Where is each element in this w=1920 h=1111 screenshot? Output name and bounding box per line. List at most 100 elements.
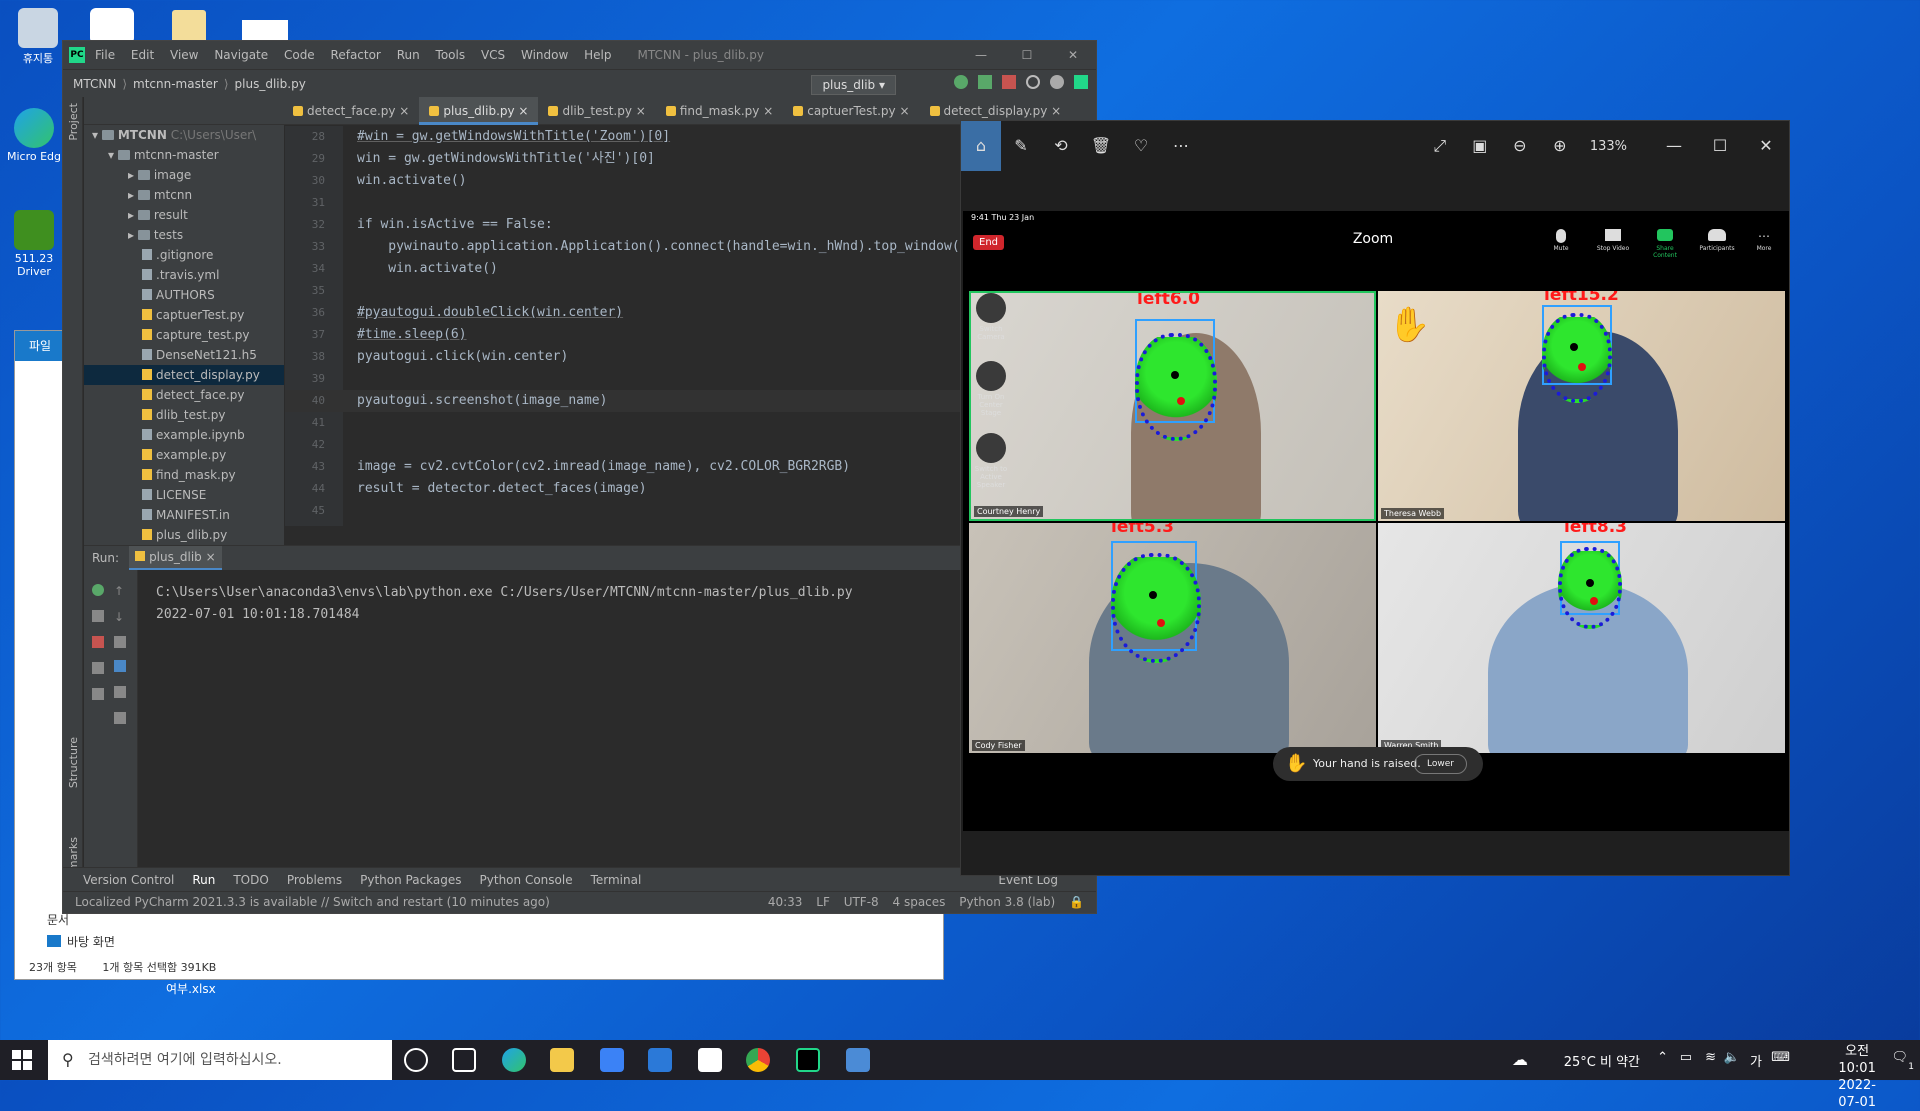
tab-find-mask[interactable]: find_mask.py × <box>656 97 783 125</box>
menu-navigate[interactable]: Navigate <box>214 48 268 62</box>
file-explorer-icon[interactable] <box>550 1048 574 1072</box>
code-line[interactable]: 31 <box>285 192 985 214</box>
start-windows-icon[interactable] <box>12 1050 32 1070</box>
menu-tools[interactable]: Tools <box>436 48 466 62</box>
wifi-icon[interactable]: ≋ <box>1705 1050 1716 1065</box>
code-line[interactable]: 32 if win.isActive == False: <box>285 214 985 236</box>
code-line[interactable]: 36 #pyautogui.doubleClick(win.center) <box>285 302 985 324</box>
photos-taskbar-icon[interactable] <box>846 1048 870 1072</box>
minimize-icon[interactable]: — <box>1651 121 1697 171</box>
tool-todo[interactable]: TODO <box>233 873 268 887</box>
search-icon[interactable] <box>1026 75 1040 89</box>
fit-screen-icon[interactable]: ▣ <box>1460 121 1500 171</box>
network-icon[interactable]: ▭ <box>1680 1050 1692 1065</box>
tab-dlib-test[interactable]: dlib_test.py × <box>538 97 655 125</box>
tree-item[interactable]: find_mask.py <box>84 465 284 485</box>
code-line[interactable]: 43 image = cv2.cvtColor(cv2.imread(image_… <box>285 456 985 478</box>
delete-icon[interactable]: 🗑 <box>1081 121 1121 171</box>
soft-wrap-icon[interactable] <box>114 636 126 648</box>
rerun-icon[interactable] <box>92 584 104 596</box>
notification-icon[interactable]: 🗨 <box>1891 1050 1908 1065</box>
tree-item[interactable]: .gitignore <box>84 245 284 265</box>
cursor-position[interactable]: 40:33 <box>768 895 803 909</box>
favorite-heart-icon[interactable]: ♡ <box>1121 121 1161 171</box>
layout-icon[interactable] <box>92 662 104 674</box>
run-tab[interactable]: plus_dlib × <box>129 546 222 570</box>
menu-vcs[interactable]: VCS <box>481 48 505 62</box>
run-config-select[interactable]: plus_dlib ▾ <box>811 75 896 95</box>
volume-icon[interactable]: 🔈 <box>1724 1050 1740 1065</box>
task-view-icon[interactable] <box>452 1048 476 1072</box>
pycharm-window[interactable]: PC File Edit View Navigate Code Refactor… <box>62 40 1097 914</box>
tool-problems[interactable]: Problems <box>287 873 342 887</box>
trash-icon[interactable] <box>114 712 126 724</box>
chevron-up-icon[interactable]: ⌃ <box>1657 1050 1668 1065</box>
menu-window[interactable]: Window <box>521 48 568 62</box>
stop-icon[interactable] <box>1002 75 1016 89</box>
zoom-in-icon[interactable]: ⊕ <box>1540 121 1580 171</box>
project-tree-panel[interactable]: ▾ MTCNN C:\Users\User\ ▾ mtcnn-master ▸ … <box>84 97 284 577</box>
tree-item[interactable]: DenseNet121.h5 <box>84 345 284 365</box>
indent-setting[interactable]: 4 spaces <box>893 895 946 909</box>
expand-icon[interactable]: ⤢ <box>1420 121 1460 171</box>
tree-item[interactable]: ▸ image <box>84 165 284 185</box>
menu-run[interactable]: Run <box>397 48 420 62</box>
menu-view[interactable]: View <box>170 48 198 62</box>
line-separator[interactable]: LF <box>816 895 830 909</box>
plugin-icon[interactable] <box>1074 75 1088 89</box>
settings-gear-icon[interactable] <box>1050 75 1064 89</box>
weather-text[interactable]: 25°C 비 약간 <box>1564 1051 1640 1070</box>
menu-file[interactable]: File <box>95 48 115 62</box>
code-line[interactable]: 45 <box>285 500 985 522</box>
scroll-to-end-icon[interactable] <box>114 660 126 672</box>
rerun-icon[interactable] <box>954 75 968 89</box>
edit-image-icon[interactable]: ✎ <box>1001 121 1041 171</box>
nav-item-desktop[interactable]: 바탕 화면 <box>47 933 115 950</box>
edge-desktop-icon[interactable]: Micro Edg <box>4 108 64 163</box>
tree-item[interactable]: MANIFEST.in <box>84 505 284 525</box>
clock[interactable]: 오전 10:01 2022-07-01 <box>1838 1043 1876 1111</box>
code-line[interactable]: 39 <box>285 368 985 390</box>
code-line[interactable]: 30 win.activate() <box>285 170 985 192</box>
code-line[interactable]: 34 win.activate() <box>285 258 985 280</box>
tab-plus-dlib[interactable]: plus_dlib.py × <box>419 96 539 125</box>
code-editor[interactable]: 28 #win = gw.getWindowsWithTitle('Zoom')[… <box>285 126 985 526</box>
breadcrumb-project[interactable]: MTCNN <box>73 77 116 91</box>
menu-refactor[interactable]: Refactor <box>331 48 381 62</box>
menu-edit[interactable]: Edit <box>131 48 154 62</box>
pin-icon[interactable] <box>92 688 104 700</box>
arrow-down-icon[interactable]: ↓ <box>114 610 126 624</box>
tree-item[interactable]: ▸ tests <box>84 225 284 245</box>
structure-tool-tab[interactable]: Structure <box>67 737 80 788</box>
status-message[interactable]: Localized PyCharm 2021.3.3 is available … <box>75 895 550 909</box>
tree-item[interactable]: capture_test.py <box>84 325 284 345</box>
stop-icon[interactable] <box>92 636 104 648</box>
maximize-icon[interactable]: ☐ <box>1004 41 1050 69</box>
code-line[interactable]: 41 <box>285 412 985 434</box>
python-interpreter[interactable]: Python 3.8 (lab) <box>959 895 1055 909</box>
taskbar-search-box[interactable]: ⚲ 검색하려면 여기에 입력하십시오. <box>48 1040 392 1080</box>
tree-item-selected[interactable]: detect_display.py <box>84 365 284 385</box>
tool-python-console[interactable]: Python Console <box>480 873 573 887</box>
tree-root[interactable]: ▾ MTCNN C:\Users\User\ <box>84 125 284 145</box>
keyboard-icon[interactable]: ⌨ <box>1771 1050 1790 1065</box>
wrench-icon[interactable] <box>92 610 104 622</box>
breadcrumb-folder[interactable]: mtcnn-master <box>133 77 218 91</box>
menu-code[interactable]: Code <box>284 48 315 62</box>
tab-captuer-test[interactable]: captuerTest.py × <box>783 97 919 125</box>
tree-item[interactable]: ▸ mtcnn <box>84 185 284 205</box>
tree-item[interactable]: example.ipynb <box>84 425 284 445</box>
breadcrumb-file[interactable]: plus_dlib.py <box>235 77 306 91</box>
zoom-out-icon[interactable]: ⊖ <box>1500 121 1540 171</box>
code-line[interactable]: 38 pyautogui.click(win.center) <box>285 346 985 368</box>
arrow-up-icon[interactable]: ↑ <box>114 584 126 598</box>
photos-viewer-window[interactable]: ⌂ ✎ ⟲ 🗑 ♡ ⋯ ⤢ ▣ ⊖ ⊕ 133% — ☐ ✕ 9:41 Thu … <box>960 120 1790 876</box>
file-encoding[interactable]: UTF-8 <box>844 895 879 909</box>
code-line[interactable]: 44 result = detector.detect_faces(image) <box>285 478 985 500</box>
tree-item[interactable]: dlib_test.py <box>84 405 284 425</box>
tool-python-packages[interactable]: Python Packages <box>360 873 461 887</box>
tool-version-control[interactable]: Version Control <box>83 873 174 887</box>
desktop-file-label[interactable]: 여부.xlsx <box>166 980 216 997</box>
minimize-icon[interactable]: — <box>958 41 1004 69</box>
cortana-icon[interactable] <box>404 1048 428 1072</box>
